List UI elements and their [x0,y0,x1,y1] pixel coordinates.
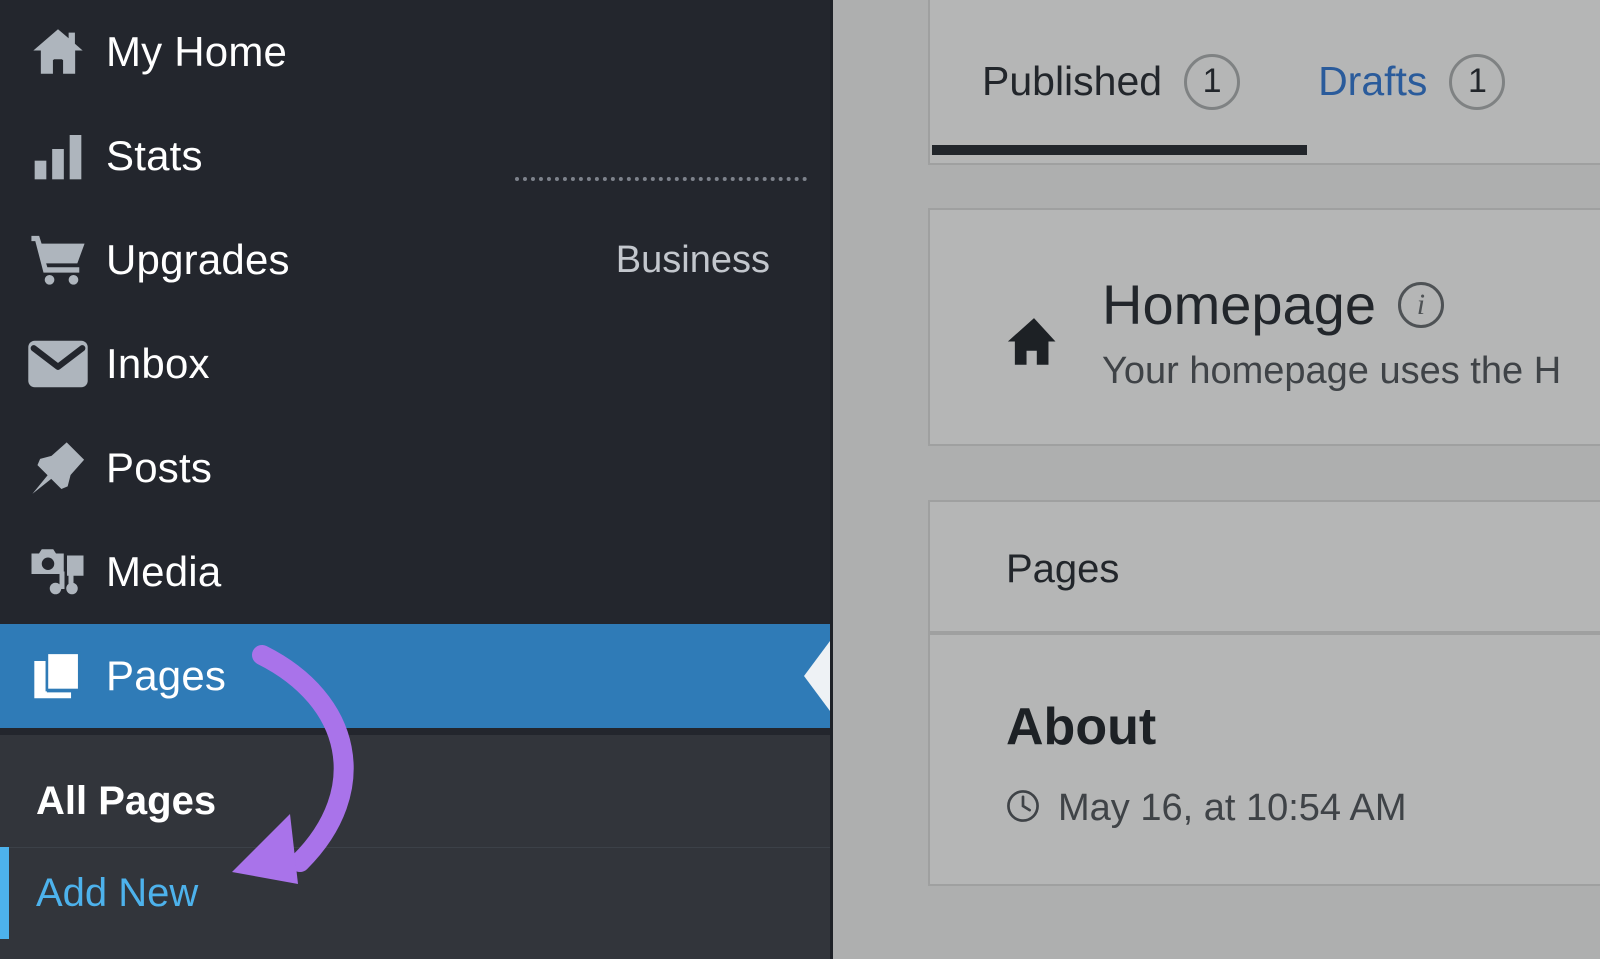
panel-left-edge [830,0,851,959]
sidebar-item-inbox[interactable]: Inbox [0,312,830,416]
page-title: About [1006,697,1156,757]
sidebar-item-label: Inbox [106,340,210,388]
pushpin-icon [22,439,94,497]
sidebar-item-pages[interactable]: Pages [0,624,830,728]
submenu-separator [0,847,830,848]
sidebar-item-media[interactable]: Media [0,520,830,624]
sidebar-item-upgrades[interactable]: Upgrades Business [0,208,830,312]
submenu-item-label: Add New [36,871,198,916]
sidebar-item-stats[interactable]: Stats [0,104,830,208]
tabs-row: Published 1 Drafts 1 [930,0,1505,163]
tab-count-badge: 1 [1449,54,1505,110]
page-timestamp: May 16, at 10:54 AM [1058,787,1407,830]
sidebar-item-my-home[interactable]: My Home [0,0,830,104]
tab-drafts[interactable]: Drafts 1 [1240,0,1505,163]
envelope-icon [22,339,94,389]
sidebar-item-posts[interactable]: Posts [0,416,830,520]
homepage-card[interactable]: Homepage i Your homepage uses the H [928,208,1600,446]
plan-badge: Business [616,239,770,282]
bar-chart-icon [22,128,94,184]
pages-section-header: Pages [928,500,1600,633]
screenshot-root: My Home Stats Upgrades Busines [0,0,1600,959]
sidebar-item-label: Posts [106,444,212,492]
page-meta: May 16, at 10:54 AM [1004,787,1407,830]
info-icon[interactable]: i [1398,282,1444,328]
pages-section-label: Pages [1006,547,1119,592]
clock-icon [1004,787,1042,830]
submenu-active-indicator [0,847,9,939]
selected-pointer-icon [804,641,830,711]
sidebar: My Home Stats Upgrades Busines [0,0,830,959]
tab-label: Drafts [1318,58,1427,105]
page-list-item-about[interactable]: About May 16, at 10:54 AM [928,633,1600,886]
status-tabs: Published 1 Drafts 1 [928,0,1600,165]
home-icon [1006,315,1062,372]
homepage-description: Your homepage uses the H [1102,350,1561,393]
tab-label: Published [982,58,1162,105]
sidebar-item-label: Upgrades [106,236,290,284]
submenu-item-add-new[interactable]: Add New [0,847,830,939]
pages-submenu: All Pages Add New [0,735,830,959]
cart-icon [22,231,94,289]
camera-music-icon [22,542,94,602]
sidebar-item-label: Stats [106,132,203,180]
submenu-item-all-pages[interactable]: All Pages [0,755,830,847]
home-icon [22,23,94,81]
sidebar-item-label: Media [106,548,221,596]
sidebar-divider [515,177,807,181]
pages-icon [22,647,94,705]
sidebar-item-label: Pages [106,652,226,700]
tab-count-badge: 1 [1184,54,1240,110]
pages-panel: Published 1 Drafts 1 Homepage i Yo [830,0,1600,959]
active-tab-underline [932,145,1307,155]
submenu-item-label: All Pages [36,779,216,824]
tab-published[interactable]: Published 1 [930,0,1240,163]
homepage-title: Homepage [1102,272,1376,337]
homepage-title-row: Homepage i [1102,272,1444,337]
sidebar-item-label: My Home [106,28,287,76]
